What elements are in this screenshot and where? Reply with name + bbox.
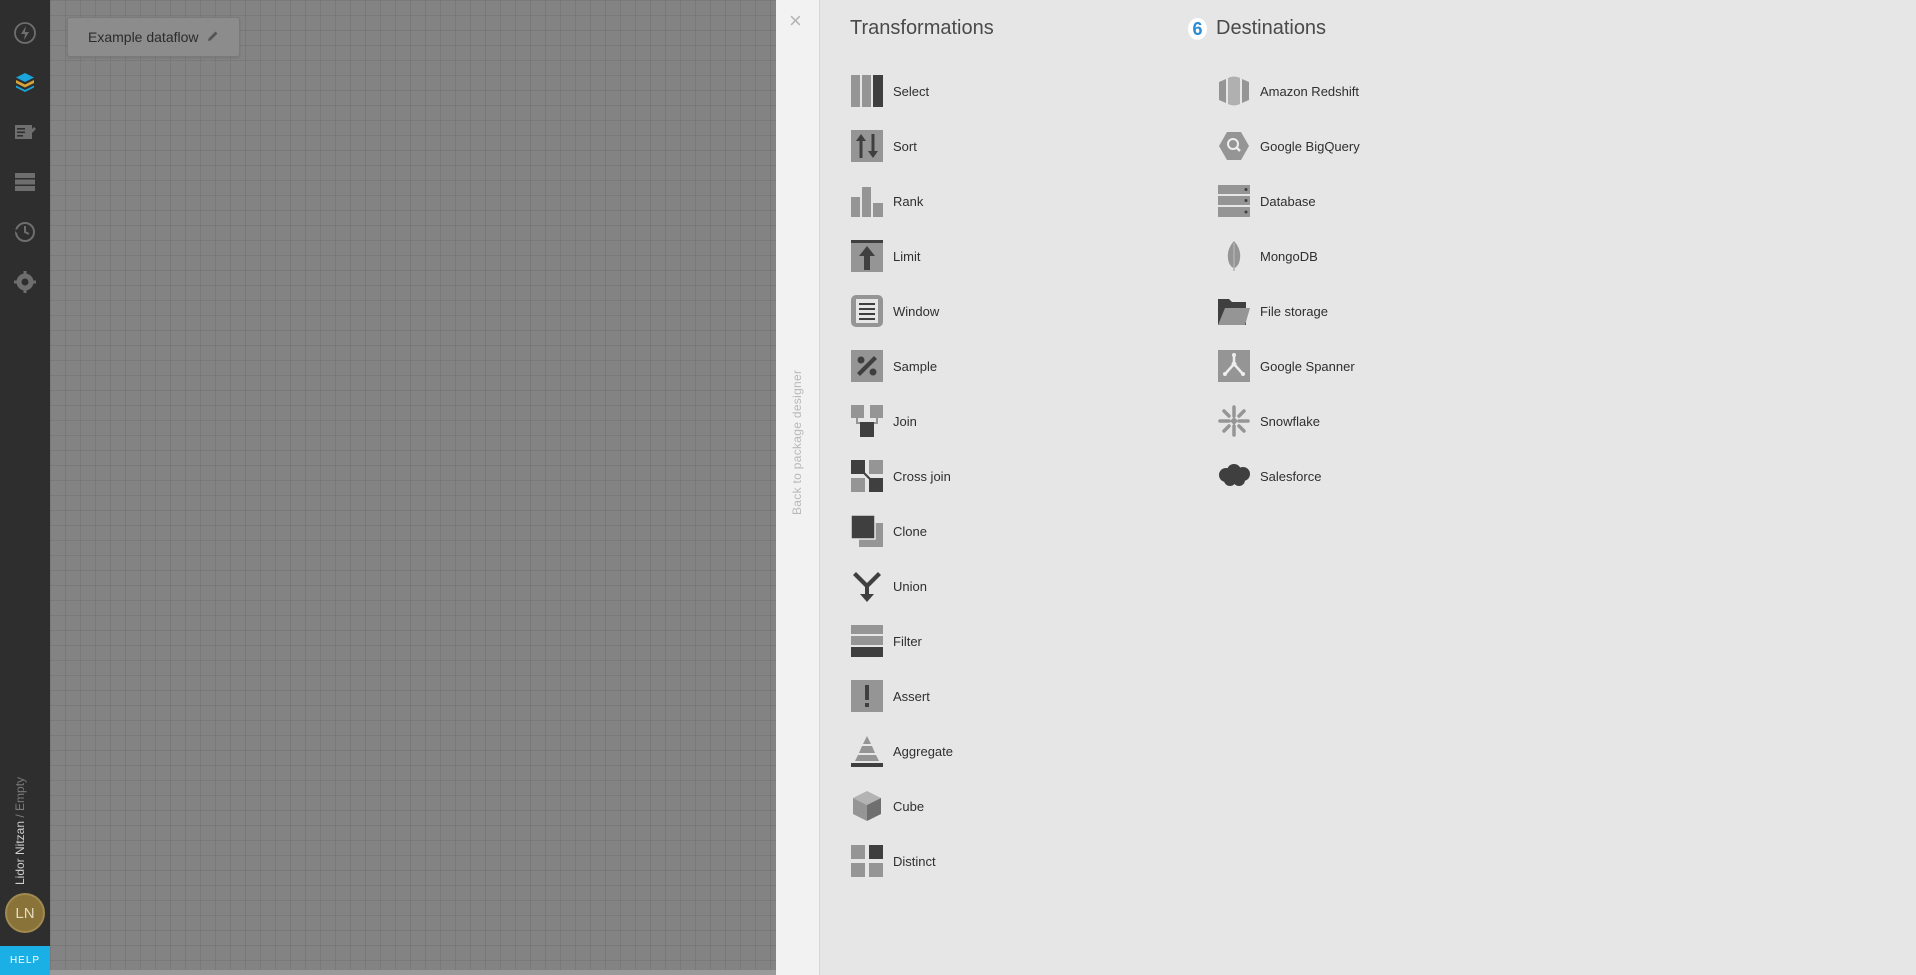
destination-item-snowflake[interactable]: Snowflake [1217, 403, 1320, 439]
file-storage-icon [1217, 294, 1251, 328]
destination-item-google-bigquery[interactable]: Google BigQuery [1217, 128, 1360, 164]
item-label: Assert [893, 688, 930, 704]
transformation-item-union[interactable]: Union [850, 568, 927, 604]
clone-icon [850, 514, 884, 548]
item-label: Union [893, 578, 927, 594]
transformation-item-join[interactable]: Join [850, 403, 917, 439]
rank-icon [850, 184, 884, 218]
item-label: Rank [893, 193, 924, 209]
transformations-title: Transformations [850, 17, 994, 39]
item-label: Google Spanner [1260, 358, 1355, 374]
designer-canvas[interactable] [50, 0, 776, 975]
transformation-item-select[interactable]: Select [850, 73, 929, 109]
close-icon[interactable]: × [789, 10, 802, 32]
item-label: Window [893, 303, 940, 319]
item-label: File storage [1260, 303, 1328, 319]
step-badge: 6 [1188, 18, 1207, 40]
destination-item-database[interactable]: Database [1217, 183, 1316, 219]
item-label: Aggregate [893, 743, 953, 759]
item-label: Salesforce [1260, 468, 1322, 484]
aggregate-icon [850, 734, 884, 768]
salesforce-icon [1217, 459, 1251, 493]
select-icon [850, 74, 884, 108]
transformation-item-assert[interactable]: Assert [850, 678, 930, 714]
item-label: Limit [893, 248, 921, 264]
redshift-icon [1217, 74, 1251, 108]
avatar[interactable]: LN [5, 893, 45, 933]
item-label: Google BigQuery [1260, 138, 1360, 154]
transformation-item-cube[interactable]: Cube [850, 788, 924, 824]
transformation-item-cross-join[interactable]: Cross join [850, 458, 951, 494]
pencil-icon[interactable] [207, 29, 219, 45]
transformation-item-limit[interactable]: Limit [850, 238, 920, 274]
filter-icon [850, 624, 884, 658]
item-label: Sample [893, 358, 938, 374]
item-label: Sort [893, 138, 917, 154]
mongodb-icon [1217, 239, 1251, 273]
item-label: Filter [893, 633, 922, 649]
destination-item-google-spanner[interactable]: Google Spanner [1217, 348, 1355, 384]
workspace-separator: / [13, 810, 27, 821]
assert-icon [850, 679, 884, 713]
window-icon [850, 294, 884, 328]
lightning-icon[interactable] [11, 19, 39, 47]
item-label: Amazon Redshift [1260, 83, 1359, 99]
transformation-item-distinct[interactable]: Distinct [850, 843, 936, 879]
snowflake-icon [1217, 404, 1251, 438]
help-button[interactable]: HELP [0, 946, 50, 975]
bigquery-icon [1217, 129, 1251, 163]
packages-icon[interactable] [11, 68, 39, 96]
connections-icon[interactable] [11, 168, 39, 196]
spanner-icon [1217, 349, 1251, 383]
item-label: Distinct [893, 853, 936, 869]
transformation-item-aggregate[interactable]: Aggregate [850, 733, 953, 769]
item-label: Cross join [893, 468, 951, 484]
item-label: Cube [893, 798, 925, 814]
destination-item-salesforce[interactable]: Salesforce [1217, 458, 1321, 494]
dataflow-name-tab[interactable]: Example dataflow [67, 17, 240, 57]
cross-join-icon [850, 459, 884, 493]
back-to-designer-label[interactable]: Back to package designer [790, 370, 804, 515]
transformation-item-rank[interactable]: Rank [850, 183, 923, 219]
limit-icon [850, 239, 884, 273]
destination-item-amazon-redshift[interactable]: Amazon Redshift [1217, 73, 1359, 109]
item-label: Join [893, 413, 917, 429]
jobs-icon[interactable] [11, 118, 39, 146]
sort-icon [850, 129, 884, 163]
transformation-item-window[interactable]: Window [850, 293, 939, 329]
item-label: Select [893, 83, 930, 99]
transformation-item-filter[interactable]: Filter [850, 623, 922, 659]
schedules-icon[interactable] [11, 218, 39, 246]
transformation-item-sample[interactable]: Sample [850, 348, 937, 384]
component-panel [820, 0, 1916, 975]
item-label: Database [1260, 193, 1316, 209]
item-label: Snowflake [1260, 413, 1320, 429]
item-label: Clone [893, 523, 927, 539]
cube-icon [850, 789, 884, 823]
user-name: Lidor Nitzan [13, 820, 27, 885]
destination-item-file-storage[interactable]: File storage [1217, 293, 1328, 329]
union-icon [850, 569, 884, 603]
item-label: MongoDB [1260, 248, 1318, 264]
dataflow-name: Example dataflow [88, 29, 199, 45]
settings-icon[interactable] [11, 268, 39, 296]
transformation-item-sort[interactable]: Sort [850, 128, 917, 164]
transformation-item-clone[interactable]: Clone [850, 513, 927, 549]
left-nav: Lidor Nitzan / Empty LN HELP [0, 0, 50, 975]
database-icon [1217, 184, 1251, 218]
destination-item-mongodb[interactable]: MongoDB [1217, 238, 1318, 274]
join-icon [850, 404, 884, 438]
canvas-scrollbar[interactable] [50, 970, 776, 975]
distinct-icon [850, 844, 884, 878]
destinations-title: Destinations [1216, 17, 1327, 39]
sample-icon [850, 349, 884, 383]
workspace-name: Empty [13, 776, 27, 811]
user-workspace-label: Lidor Nitzan / Empty [13, 777, 27, 885]
